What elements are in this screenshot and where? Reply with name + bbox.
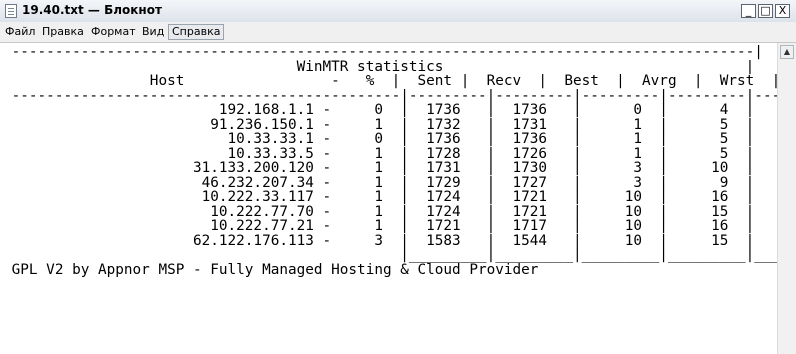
footer-text: GPL V2 by Appnor MSP - Fully Managed Hos… bbox=[11, 261, 539, 278]
document-text: ----------------------------------------… bbox=[3, 45, 777, 277]
close-button[interactable]: X bbox=[775, 4, 790, 18]
minimize-button[interactable]: _ bbox=[741, 4, 756, 18]
menu-edit[interactable]: Правка bbox=[39, 24, 87, 40]
text-editor[interactable]: ----------------------------------------… bbox=[0, 43, 777, 354]
menu-file[interactable]: Файл bbox=[2, 24, 38, 40]
notepad-icon bbox=[5, 4, 17, 18]
menu-format[interactable]: Формат bbox=[88, 24, 139, 40]
menu-view[interactable]: Вид bbox=[139, 24, 167, 40]
scroll-up-icon[interactable]: ▲ bbox=[780, 45, 794, 59]
title-bar[interactable]: 19.40.txt — Блокнот _ □ X bbox=[0, 0, 796, 23]
maximize-button[interactable]: □ bbox=[758, 4, 773, 18]
menu-help[interactable]: Справка bbox=[168, 24, 225, 40]
menu-bar: Файл Правка Формат Вид Справка bbox=[0, 22, 796, 43]
vertical-scrollbar[interactable]: ▲ bbox=[777, 43, 796, 354]
window-title: 19.40.txt — Блокнот bbox=[22, 3, 162, 17]
